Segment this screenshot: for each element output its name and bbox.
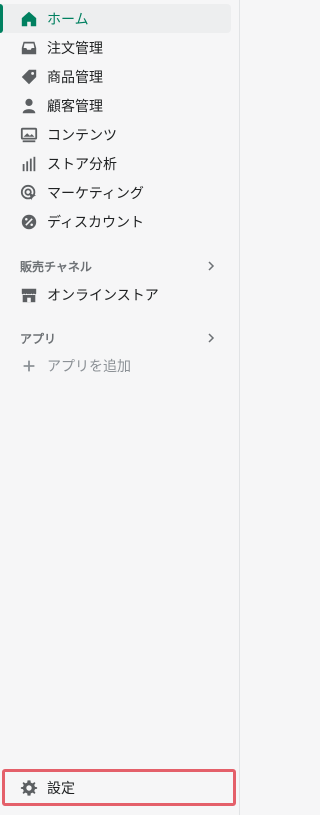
nav-item-analytics[interactable]: ストア分析 [0,149,239,178]
bar-chart-icon [20,155,38,173]
main-nav: ホーム 注文管理 商品管理 顧客管理 コンテンツ ストア分析 マーケティング デ… [0,4,239,236]
image-icon [20,126,38,144]
add-app-label: アプリを追加 [47,358,131,375]
nav-item-label: 注文管理 [47,40,103,57]
sidebar: ホーム 注文管理 商品管理 顧客管理 コンテンツ ストア分析 マーケティング デ… [0,0,240,815]
inbox-icon [20,39,38,57]
gear-icon [20,779,38,797]
nav-item-discounts[interactable]: ディスカウント [0,207,239,236]
settings-label: 設定 [47,780,75,797]
nav-item-label: 商品管理 [47,69,103,86]
apps-list: アプリを追加 [0,351,239,380]
target-icon [20,184,38,202]
discount-icon [20,213,38,231]
apps-title: アプリ [20,331,57,346]
store-icon [20,286,38,304]
add-app-button[interactable]: アプリを追加 [0,351,239,380]
chevron-right-icon[interactable] [205,332,217,344]
nav-item-home[interactable]: ホーム [0,4,231,33]
plus-icon [20,357,38,375]
nav-item-label: マーケティング [47,185,144,202]
chevron-right-icon[interactable] [205,260,217,272]
nav-item-customers[interactable]: 顧客管理 [0,91,239,120]
nav-item-label: オンラインストア [47,287,159,304]
nav-item-marketing[interactable]: マーケティング [0,178,239,207]
nav-item-label: ホーム [47,11,89,28]
settings-button[interactable]: 設定 [2,769,236,806]
sales-channels-header[interactable]: 販売チャネル [0,256,239,276]
nav-item-label: ディスカウント [47,214,145,231]
apps-header[interactable]: アプリ [0,328,239,348]
person-icon [20,97,38,115]
nav-item-label: ストア分析 [47,156,117,173]
nav-item-online-store[interactable]: オンラインストア [0,280,239,309]
sales-channels-list: オンラインストア [0,280,239,309]
tag-icon [20,68,38,86]
nav-item-products[interactable]: 商品管理 [0,62,239,91]
nav-item-label: 顧客管理 [47,98,103,115]
nav-item-orders[interactable]: 注文管理 [0,33,239,62]
nav-item-label: コンテンツ [47,127,117,144]
home-icon [20,10,38,28]
nav-item-content[interactable]: コンテンツ [0,120,239,149]
sales-channels-title: 販売チャネル [20,259,92,274]
